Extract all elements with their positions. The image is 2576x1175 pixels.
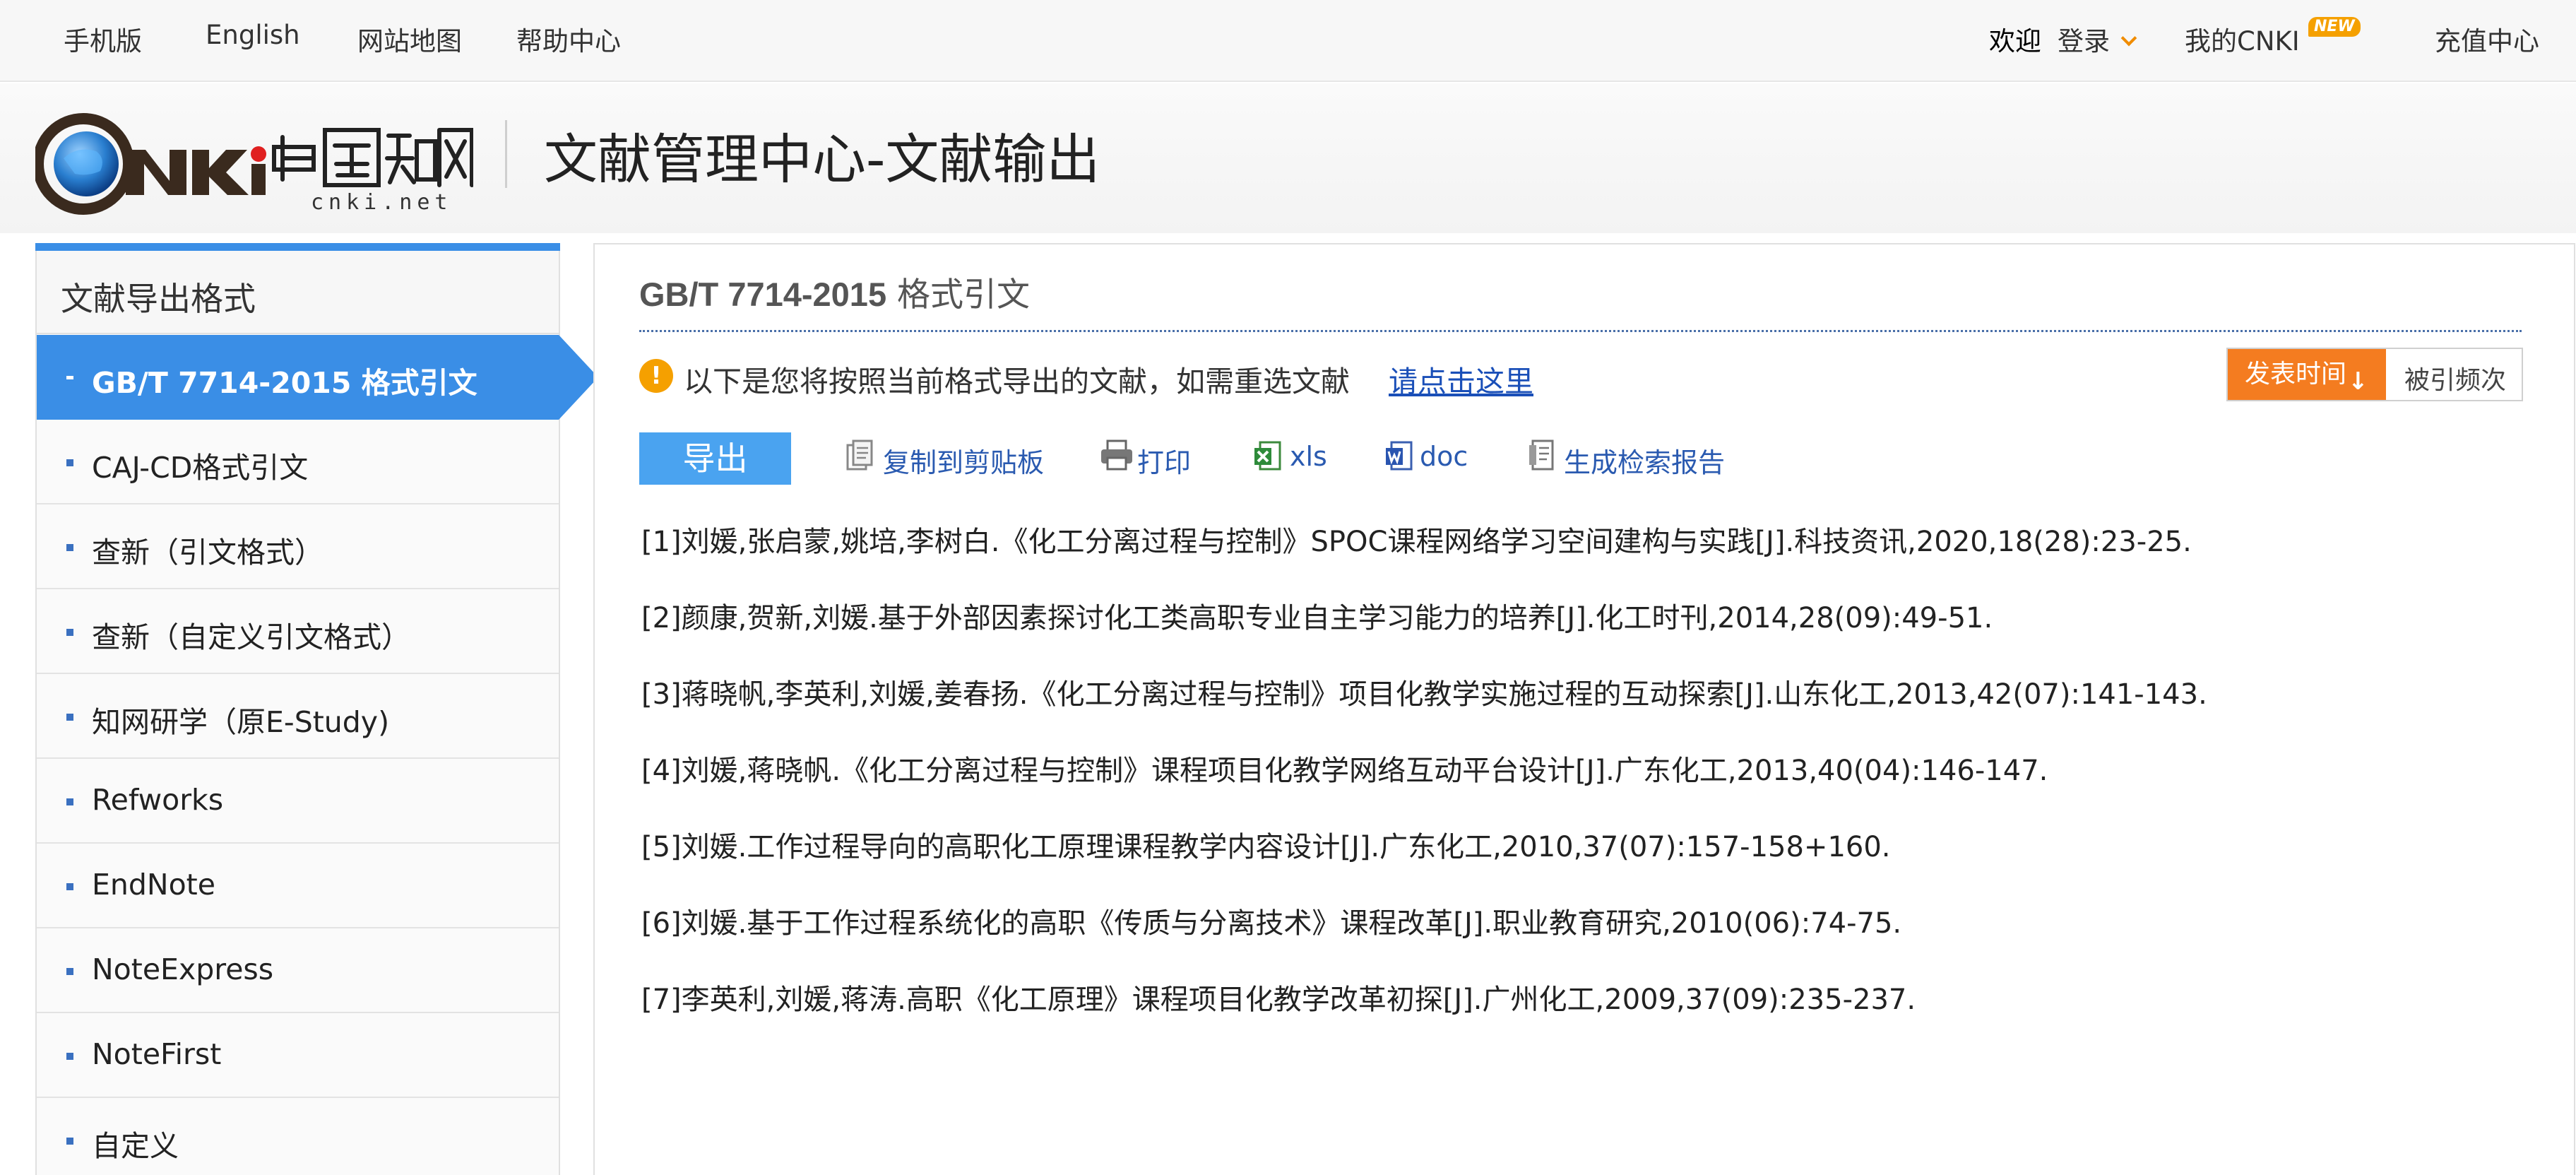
dotted-divider xyxy=(639,330,2522,332)
english-link[interactable]: English xyxy=(206,20,300,50)
bullet-icon xyxy=(66,968,73,975)
help-center-link[interactable]: 帮助中心 xyxy=(516,20,621,58)
sidebar-item-label: GB/T 7714-2015 格式引文 xyxy=(92,366,477,400)
reference-item: [3]蒋晓帆,李英利,刘媛,姜春扬.《化工分离过程与控制》项目化教学实施过程的互… xyxy=(641,678,2207,711)
sort-by-citations-button[interactable]: 被引频次 xyxy=(2404,360,2506,396)
welcome-text: 欢迎 xyxy=(1989,26,2041,57)
bullet-icon xyxy=(66,459,73,466)
export-doc-button[interactable]: doc xyxy=(1420,441,1468,472)
export-xls-button[interactable]: xls xyxy=(1290,441,1327,472)
sidebar-item-label: 查新（自定义引文格式） xyxy=(92,620,410,654)
bullet-icon xyxy=(66,1138,73,1145)
sidebar-item-endnote[interactable]: EndNote xyxy=(37,844,559,928)
sidebar-item-caj-cd[interactable]: CAJ-CD格式引文 xyxy=(37,420,559,504)
chevron-down-icon[interactable] xyxy=(2120,30,2137,47)
sidebar-item-gbt7714[interactable]: GB/T 7714-2015 格式引文 xyxy=(37,335,559,420)
sidebar-heading-label: 文献导出格式 xyxy=(61,280,256,318)
arrow-down-icon: ↓ xyxy=(2348,367,2368,396)
bullet-icon xyxy=(66,544,73,551)
bullet-icon xyxy=(66,629,73,636)
clipboard-icon[interactable] xyxy=(845,438,874,472)
login-link[interactable]: 登录 xyxy=(2058,20,2110,58)
top-nav-bar: 手机版 English 网站地图 帮助中心 欢迎 登录 我的CNKI NEW 充… xyxy=(0,0,2576,82)
sidebar-item-label: NoteExpress xyxy=(92,952,274,986)
reference-item: [4]刘媛,蒋晓帆.《化工分离过程与控制》课程项目化教学网络互动平台设计[J].… xyxy=(641,755,2048,787)
format-suffix: 格式引文 xyxy=(886,276,1031,314)
new-badge: NEW xyxy=(2308,17,2361,37)
warning-icon: ! xyxy=(639,359,673,393)
sidebar-item-label: NoteFirst xyxy=(92,1037,222,1071)
sidebar-item-label: EndNote xyxy=(92,868,215,902)
copy-to-clipboard-button[interactable]: 复制到剪贴板 xyxy=(883,441,1044,480)
page-header: cnki.net 文献管理中心-文献输出 xyxy=(0,83,2576,233)
excel-icon[interactable] xyxy=(1253,438,1283,472)
sidebar-item-label: 自定义 xyxy=(92,1129,179,1163)
printer-icon[interactable] xyxy=(1099,438,1134,472)
bullet-icon xyxy=(66,798,73,805)
sidebar-item-label: 知网研学（原E-Study) xyxy=(92,705,390,739)
word-icon[interactable] xyxy=(1384,438,1414,472)
sidebar-item-label: CAJ-CD格式引文 xyxy=(92,451,309,485)
sidebar-heading: 文献导出格式 xyxy=(37,251,559,334)
logo-subtext: cnki.net xyxy=(311,190,453,215)
format-code: GB/T 7714-2015 xyxy=(639,276,887,313)
cnki-logo[interactable]: cnki.net xyxy=(35,109,473,215)
sidebar-item-estudy[interactable]: 知网研学（原E-Study) xyxy=(37,674,559,759)
bullet-icon xyxy=(66,883,73,890)
my-cnki-link[interactable]: 我的CNKI xyxy=(2185,20,2300,58)
recharge-center-link[interactable]: 充值中心 xyxy=(2435,20,2539,58)
print-button[interactable]: 打印 xyxy=(1137,441,1191,480)
reference-item: [7]李英利,刘媛,蒋涛.高职《化工原理》课程项目化教学改革初探[J].广州化工… xyxy=(641,984,1916,1016)
format-title: GB/T 7714-2015 格式引文 xyxy=(639,267,1030,316)
sidebar-item-notefirst[interactable]: NoteFirst xyxy=(37,1013,559,1098)
sidebar-item-chaxin[interactable]: 查新（引文格式） xyxy=(37,504,559,589)
sidebar-accent-bar xyxy=(35,243,560,251)
export-button[interactable]: 导出 xyxy=(639,432,791,485)
generate-report-button[interactable]: 生成检索报告 xyxy=(1564,441,1725,480)
sidebar-item-noteexpress[interactable]: NoteExpress xyxy=(37,928,559,1013)
bullet-icon xyxy=(66,376,73,379)
page-title: 文献管理中心-文献输出 xyxy=(544,128,1100,191)
bullet-icon xyxy=(66,714,73,721)
sitemap-link[interactable]: 网站地图 xyxy=(357,20,462,58)
sidebar-item-custom[interactable]: 自定义 xyxy=(37,1098,559,1175)
report-icon[interactable] xyxy=(1527,438,1557,472)
notice-text: 以下是您将按照当前格式导出的文献，如需重选文献 xyxy=(684,365,1350,398)
header-divider xyxy=(505,120,507,188)
mobile-version-link[interactable]: 手机版 xyxy=(64,20,142,58)
bullet-icon xyxy=(66,1053,73,1060)
reference-item: [2]颜康,贺新,刘媛.基于外部因素探讨化工类高职专业自主学习能力的培养[J].… xyxy=(641,602,1993,634)
sidebar-item-label: 查新（引文格式） xyxy=(92,536,324,569)
sidebar-item-refworks[interactable]: Refworks xyxy=(37,759,559,844)
sort-by-date-label: 发表时间 xyxy=(2245,360,2347,389)
reselect-link[interactable]: 请点击这里 xyxy=(1389,358,1533,400)
sidebar-item-chaxin-custom[interactable]: 查新（自定义引文格式） xyxy=(37,589,559,674)
sidebar-item-label: Refworks xyxy=(92,783,224,817)
reference-item: [5]刘媛.工作过程导向的高职化工原理课程教学内容设计[J].广东化工,2010… xyxy=(641,831,1891,863)
reference-item: [1]刘媛,张启蒙,姚培,李树白.《化工分离过程与控制》SPOC课程网络学习空间… xyxy=(641,526,2192,558)
reference-item: [6]刘媛.基于工作过程系统化的高职《传质与分离技术》课程改革[J].职业教育研… xyxy=(641,907,1902,940)
active-item-arrow xyxy=(559,335,598,420)
